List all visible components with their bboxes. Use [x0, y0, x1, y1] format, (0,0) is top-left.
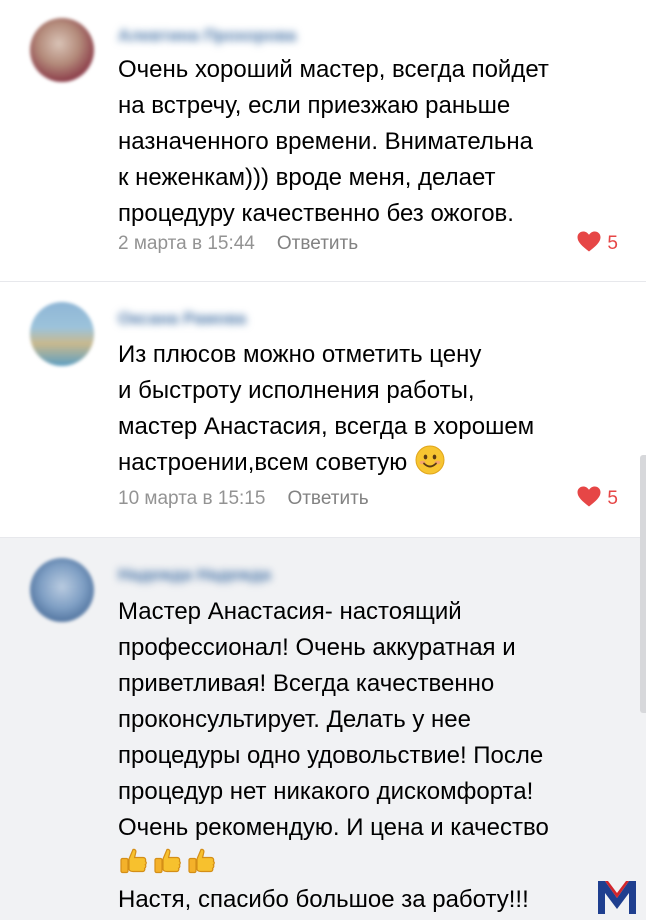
thumbs-up-emoji: [188, 848, 215, 874]
heart-icon: [577, 486, 601, 507]
comment-text-line: назначенного времени. Внимательна: [118, 128, 534, 155]
comment-text-line: процедуры одно удовольствие! После: [118, 742, 544, 769]
thumbs-up-emoji: [120, 848, 147, 874]
comment-text-line: настроении,всем советую: [118, 445, 628, 481]
comment-meta: 10 марта в 15:15 Ответить: [118, 486, 369, 512]
like-count: 5: [607, 488, 618, 509]
comment-3: Надежда Надежда Мастер Анастасия- настоя…: [0, 537, 646, 920]
comment-text-line: процедуру качественно без ожогов.: [118, 200, 514, 227]
comment-text-line: Мастер Анастасия- настоящий: [118, 598, 462, 625]
avatar[interactable]: [30, 558, 94, 622]
smiling-face-emoji: [415, 445, 445, 475]
comment-text-fragment: настроении,всем советую: [118, 449, 408, 476]
like-button[interactable]: 5: [577, 486, 618, 512]
comment-text-line: проконсультирует. Делать у нее: [118, 706, 472, 733]
comment-text-line: и быстроту исполнения работы,: [118, 377, 475, 404]
comment-text-line: процедур нет никакого дискомфорта!: [118, 778, 534, 805]
avatar[interactable]: [30, 18, 94, 82]
comment-author[interactable]: Оксана Рамова: [118, 309, 246, 329]
comment-text-line: приветливая! Всегда качественно: [118, 670, 495, 697]
thumbs-up-emoji: [154, 848, 181, 874]
heart-icon: [577, 231, 601, 252]
reply-button[interactable]: Ответить: [277, 233, 358, 254]
comment-text: Очень хороший мастер, всегда пойдет на в…: [118, 52, 628, 232]
comment-1: Алевтина Прохорова Очень хороший мастер,…: [0, 0, 646, 281]
like-count: 5: [607, 233, 618, 254]
scrollbar[interactable]: [640, 455, 646, 713]
m-logo: [598, 881, 636, 914]
comment-text-line: Настя, спасибо большое за работу!!!: [118, 886, 529, 913]
comment-meta: 2 марта в 15:44 Ответить: [118, 231, 358, 257]
comment-text-line: Очень рекомендую. И цена и качество: [118, 814, 549, 841]
like-button[interactable]: 5: [577, 231, 618, 257]
comment-text-line: на встречу, если приезжаю раньше: [118, 92, 511, 119]
comment-author[interactable]: Надежда Надежда: [118, 565, 271, 585]
comment-2: Оксана Рамова Из плюсов можно отметить ц…: [0, 281, 646, 537]
comment-text: Из плюсов можно отметить цену и быстроту…: [118, 337, 628, 481]
comment-text-line: Очень хороший мастер, всегда пойдет: [118, 56, 549, 83]
comment-text-line: Из плюсов можно отметить цену: [118, 341, 482, 368]
comment-text-line: к неженкам))) вроде меня, делает: [118, 164, 496, 191]
comment-text: Мастер Анастасия- настоящий профессионал…: [118, 594, 628, 918]
comment-text-line: профессионал! Очень аккуратная и: [118, 634, 516, 661]
comment-date[interactable]: 10 марта в 15:15: [118, 488, 265, 509]
comment-text-line: мастер Анастасия, всегда в хорошем: [118, 413, 535, 440]
emoji-row: [118, 846, 628, 882]
comment-date[interactable]: 2 марта в 15:44: [118, 233, 255, 254]
comment-author[interactable]: Алевтина Прохорова: [118, 26, 296, 46]
reply-button[interactable]: Ответить: [287, 488, 368, 509]
avatar[interactable]: [30, 302, 94, 366]
